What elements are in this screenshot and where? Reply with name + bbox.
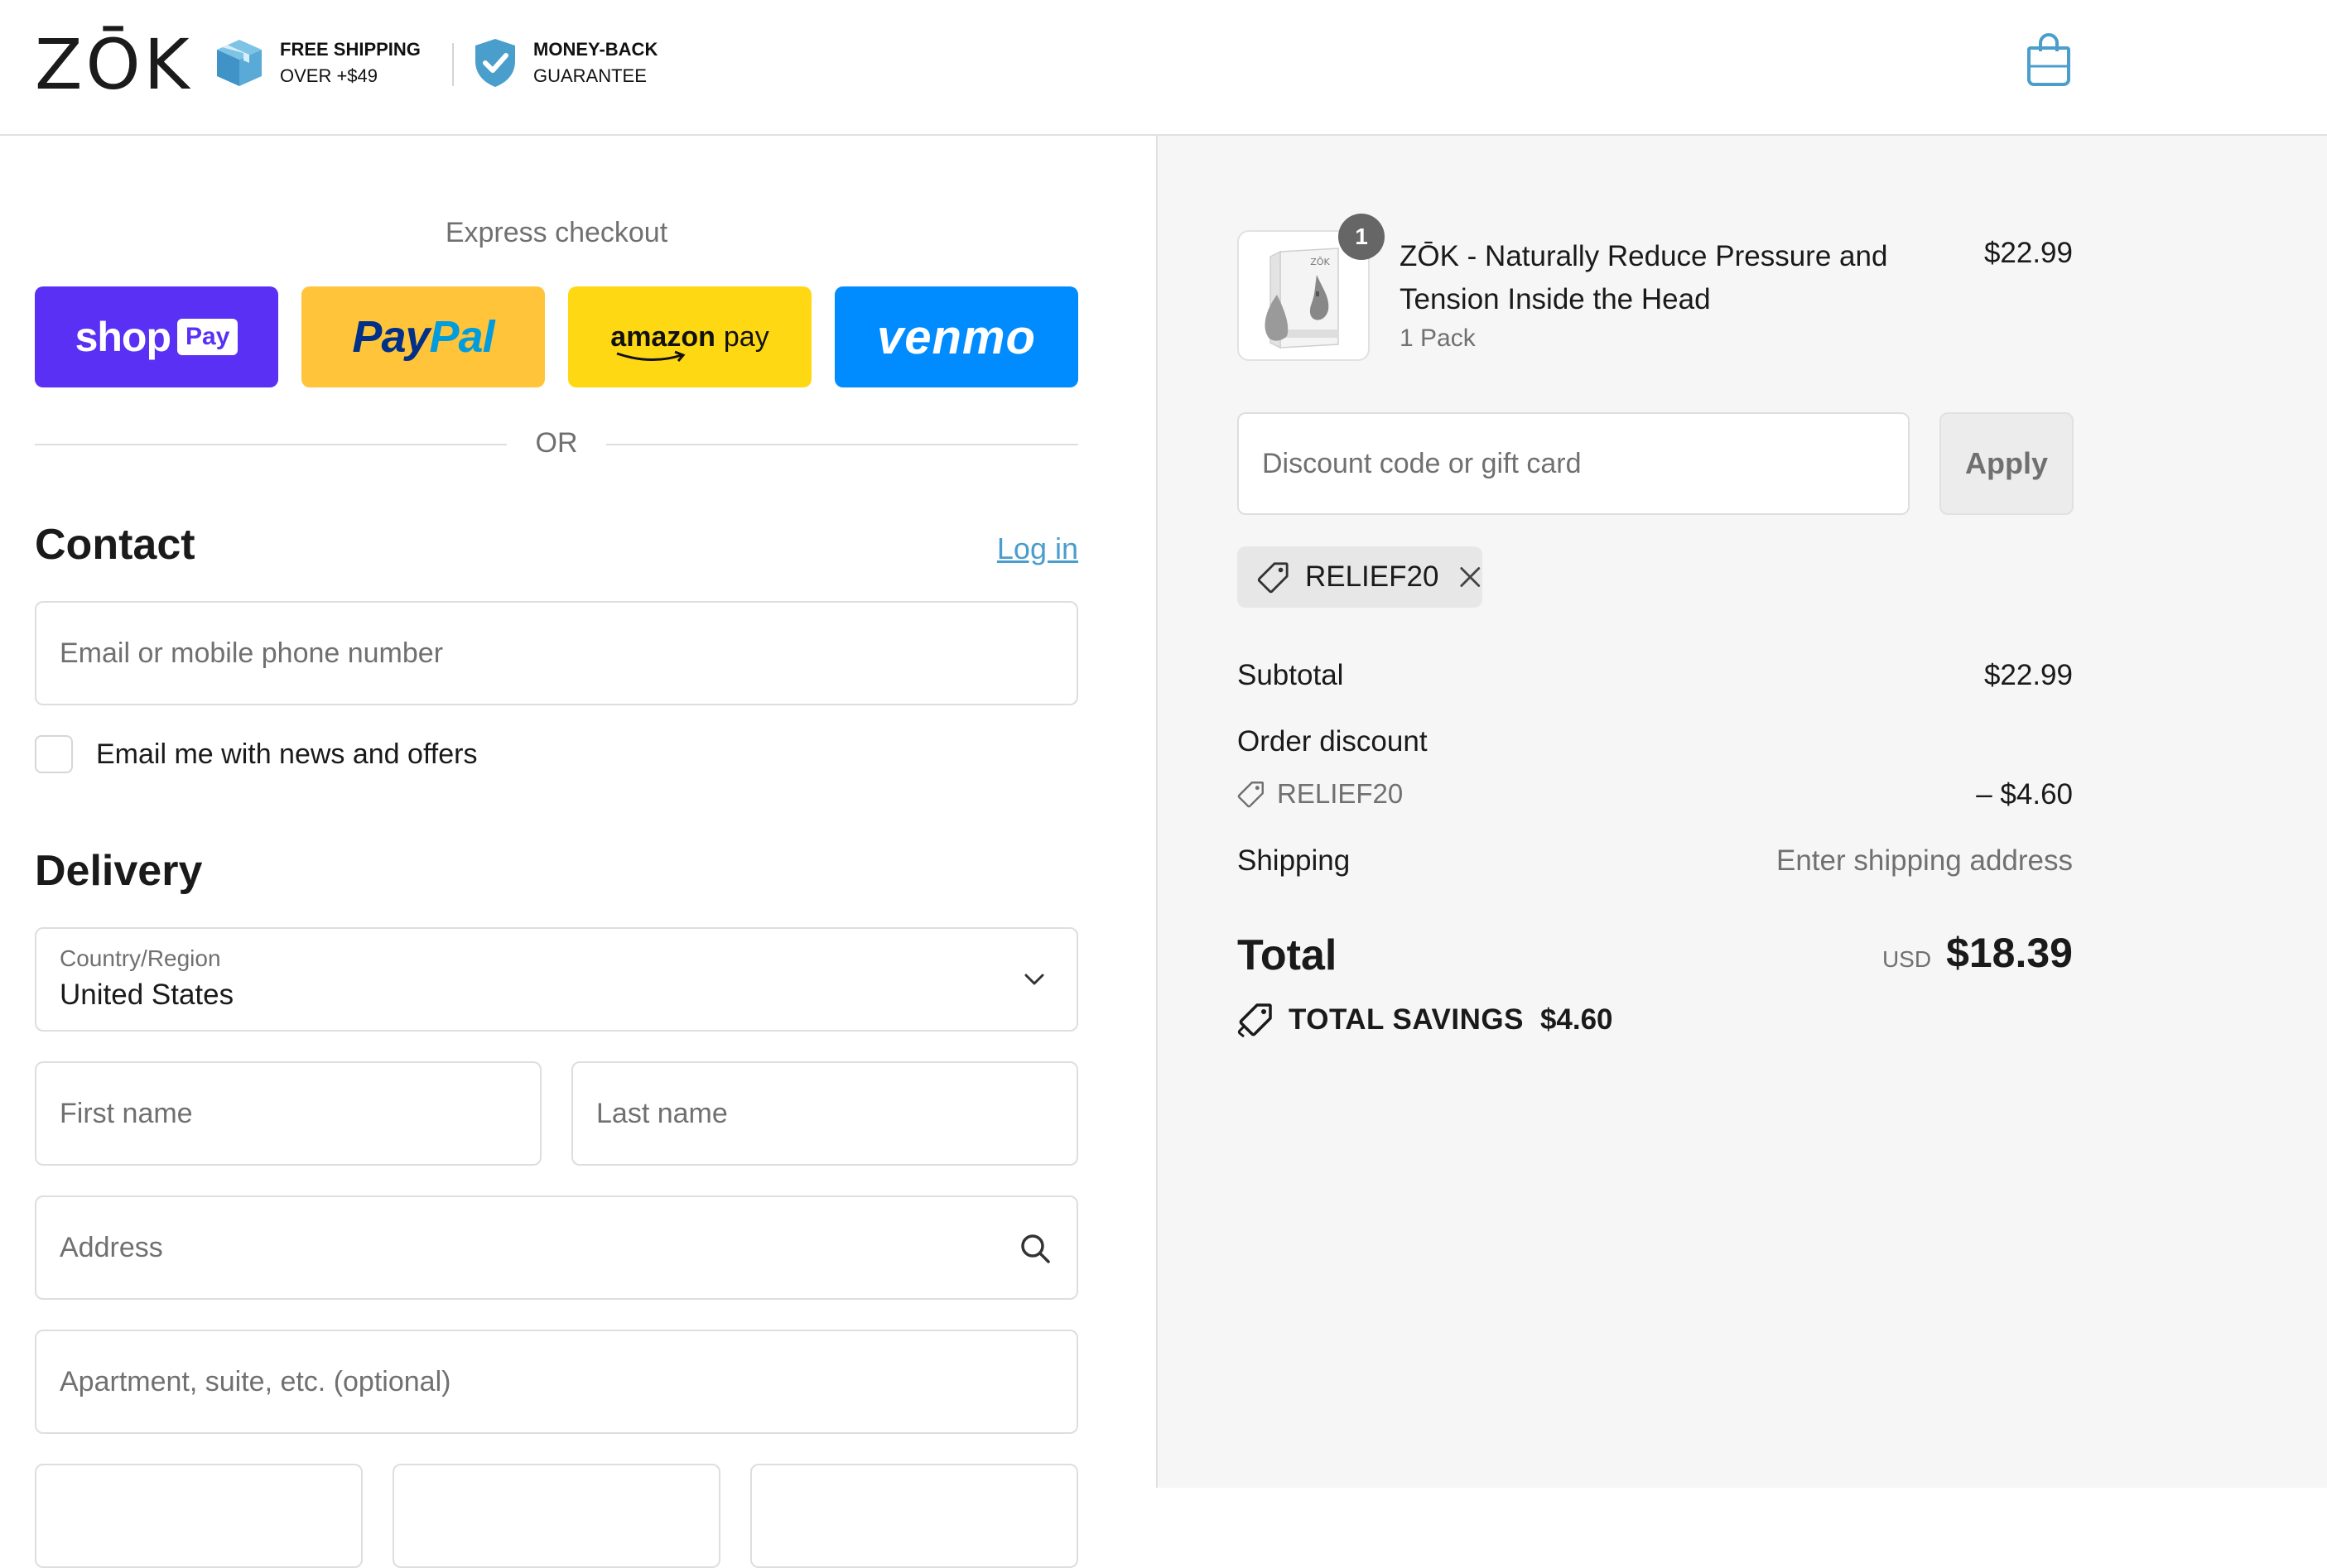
tag-icon [1257, 562, 1289, 594]
express-checkout-title: Express checkout [445, 217, 668, 248]
or-line-right [606, 444, 1078, 445]
paypal-logo: PayPal [352, 311, 494, 363]
newsletter-checkbox[interactable] [35, 735, 73, 773]
shipping-label: Shipping [1237, 844, 1351, 877]
first-name-field[interactable] [36, 1063, 540, 1164]
or-line-left [35, 444, 507, 445]
first-name-wrapper [35, 1061, 542, 1166]
shield-check-icon [475, 39, 515, 87]
last-name-field[interactable] [573, 1063, 1077, 1164]
logo[interactable]: ZŌK [35, 23, 193, 106]
search-icon[interactable] [1019, 1232, 1052, 1265]
shop-pay-box: Pay [177, 319, 238, 355]
paypal-part2: Pal [429, 312, 495, 362]
address-wrapper [35, 1195, 1078, 1300]
discount-code-text: RELIEF20 [1277, 778, 1404, 809]
shipping-value: Enter shipping address [1776, 844, 2073, 877]
paypal-button[interactable]: PayPal [301, 286, 545, 387]
product-name: ZŌK - Naturally Reduce Pressure and Tens… [1400, 240, 1888, 315]
amazon-smile-icon [616, 350, 686, 362]
email-field-wrapper [35, 601, 1078, 705]
total-savings: TOTAL SAVINGS $4.60 [1237, 1002, 1613, 1038]
shipping-line2: OVER +$49 [280, 65, 378, 86]
paypal-part1: Pay [352, 312, 430, 362]
savings-label: TOTAL SAVINGS [1289, 1003, 1524, 1036]
badge-divider [452, 43, 454, 86]
chevron-down-icon [1024, 974, 1044, 985]
applied-discount-tag: RELIEF20 [1237, 546, 1482, 608]
close-icon[interactable] [1458, 565, 1482, 589]
amazon-word: amazon [610, 320, 715, 362]
country-select[interactable]: Country/Region United States [35, 927, 1078, 1032]
shopping-bag-icon[interactable] [2026, 31, 2072, 86]
last-name-wrapper [571, 1061, 1078, 1166]
discount-code-line: RELIEF20 [1237, 778, 1403, 810]
box-icon [217, 40, 262, 86]
email-field[interactable] [36, 603, 1077, 704]
country-label: Country/Region [60, 945, 221, 971]
guarantee-line2: GUARANTEE [533, 65, 647, 86]
discount-field-wrapper [1237, 412, 1910, 515]
amazon-pay-text: pay [723, 320, 769, 353]
total-amount: USD $18.39 [1882, 929, 2073, 977]
header: ZŌK FREE SHIPPING OVER +$49 MONEY-BACK G… [0, 0, 2327, 136]
or-text: OR [535, 427, 578, 459]
product-price: $22.99 [1983, 237, 2073, 269]
subtotal-value: $22.99 [1983, 659, 2073, 691]
discount-value: – $4.60 [1976, 778, 2073, 810]
total-value: $18.39 [1946, 930, 2073, 976]
zip-field[interactable] [750, 1464, 1078, 1568]
country-value: United States [60, 979, 234, 1011]
newsletter-label: Email me with news and offers [96, 738, 478, 770]
login-link[interactable]: Log in [961, 531, 1078, 566]
applied-code-text: RELIEF20 [1304, 560, 1439, 593]
guarantee-line1: MONEY-BACK [533, 39, 658, 60]
free-shipping-badge: FREE SHIPPING OVER +$49 [214, 36, 421, 89]
apply-button[interactable]: Apply [1939, 412, 2074, 515]
savings-value: $4.60 [1539, 1003, 1613, 1036]
venmo-logo: venmo [877, 310, 1036, 364]
address-field[interactable] [36, 1197, 1077, 1298]
venmo-button[interactable]: venmo [835, 286, 1078, 387]
apartment-field[interactable] [36, 1331, 1077, 1432]
shop-pay-button[interactable]: shop Pay [35, 286, 278, 387]
tag-icon [1237, 782, 1264, 808]
shop-pay-word: shop [75, 314, 171, 360]
newsletter-option[interactable]: Email me with news and offers [35, 735, 477, 773]
apartment-wrapper [35, 1330, 1078, 1434]
quantity-badge: 1 [1338, 214, 1385, 260]
currency-code: USD [1881, 946, 1932, 972]
money-back-badge: MONEY-BACK GUARANTEE [472, 36, 658, 89]
delivery-title: Delivery [35, 847, 203, 895]
product-box-logo: ZŌK [1310, 257, 1330, 267]
state-field[interactable] [393, 1464, 720, 1568]
savings-tag-icon [1237, 1003, 1272, 1038]
contact-title: Contact [35, 521, 195, 569]
order-discount-label: Order discount [1237, 725, 1428, 758]
shipping-line1: FREE SHIPPING [280, 39, 421, 60]
amazon-text: amazon [610, 320, 715, 353]
amazon-pay-button[interactable]: amazon pay [568, 286, 812, 387]
city-field[interactable] [35, 1464, 363, 1568]
or-divider: OR [35, 424, 1078, 465]
amazon-pay-logo: amazon pay [610, 320, 769, 362]
product-variant: 1 Pack [1400, 325, 1476, 352]
discount-input[interactable] [1239, 414, 1908, 513]
total-label: Total [1237, 931, 1337, 979]
subtotal-label: Subtotal [1237, 659, 1344, 691]
